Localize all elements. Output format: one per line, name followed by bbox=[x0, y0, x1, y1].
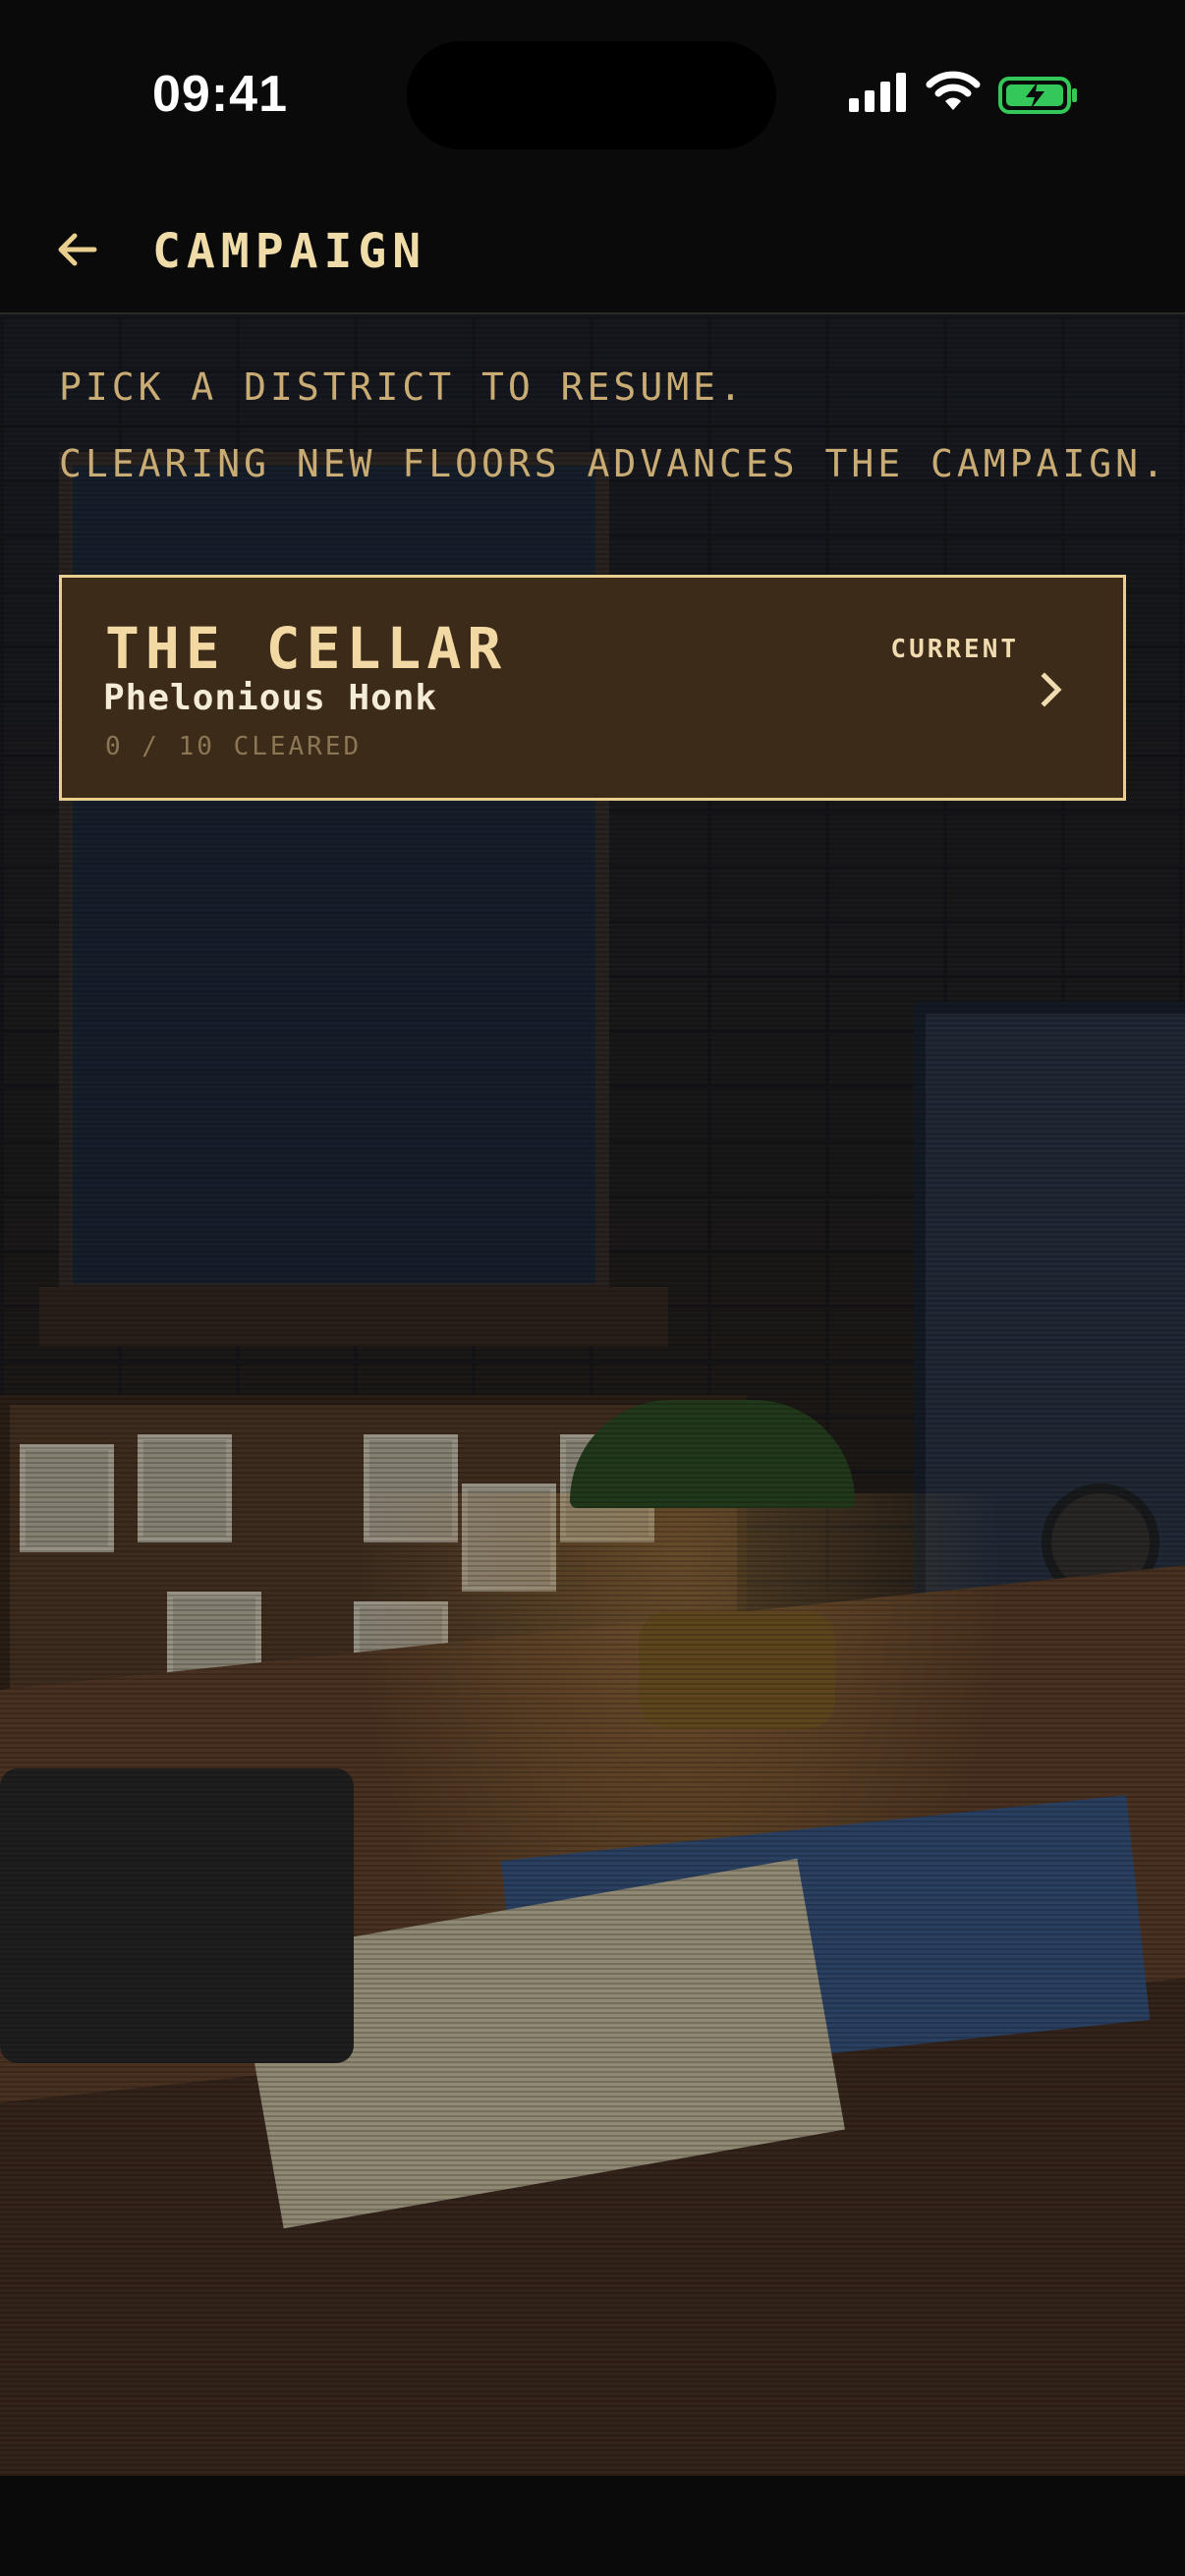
district-boss: Phelonious Honk bbox=[103, 678, 438, 718]
status-time: 09:41 bbox=[152, 66, 288, 123]
app-header: CAMPAIGN bbox=[0, 187, 1185, 314]
page-title: CAMPAIGN bbox=[152, 224, 427, 279]
bottom-bar bbox=[0, 2476, 1185, 2576]
status-bar: 09:41 bbox=[0, 0, 1185, 187]
district-card-the-cellar[interactable]: THE CELLAR Phelonious Honk 0 / 10 CLEARE… bbox=[59, 575, 1126, 801]
battery-charging-icon bbox=[998, 77, 1077, 114]
intro-line-1: PICK A DISTRICT TO RESUME. bbox=[59, 365, 746, 409]
chevron-right-icon bbox=[1041, 672, 1062, 707]
district-progress: 0 / 10 CLEARED bbox=[105, 732, 363, 761]
typewriter bbox=[0, 1768, 354, 2063]
evidence-photo bbox=[138, 1434, 232, 1542]
evidence-photo bbox=[20, 1444, 114, 1552]
district-name: THE CELLAR bbox=[105, 615, 508, 682]
wifi-icon bbox=[926, 71, 981, 110]
back-arrow-icon[interactable] bbox=[51, 220, 110, 279]
current-badge: CURRENT bbox=[890, 635, 1019, 664]
intro-line-2: CLEARING NEW FLOORS ADVANCES THE CAMPAIG… bbox=[59, 442, 1168, 485]
cellular-signal-icon bbox=[849, 73, 906, 112]
window-sill bbox=[39, 1287, 668, 1346]
dynamic-island bbox=[407, 41, 776, 149]
lamp-base bbox=[639, 1611, 835, 1729]
